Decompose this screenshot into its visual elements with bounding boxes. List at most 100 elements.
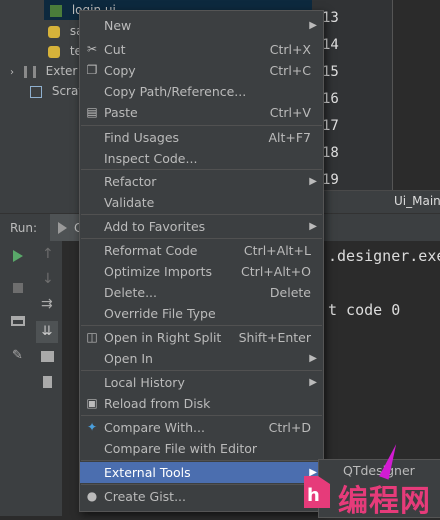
stop-icon[interactable] <box>13 283 23 293</box>
scratch-icon <box>30 85 42 98</box>
menu-item-add-to-favorites[interactable]: Add to Favorites ▶ <box>80 216 323 237</box>
svg-text:h: h <box>307 485 320 506</box>
menu-item-shortcut: Ctrl+Alt+O <box>241 264 311 279</box>
menu-item-open-in-right-split[interactable]: ◫ Open in Right Split Shift+Enter <box>80 327 323 348</box>
arrow-up-icon[interactable]: ↑ <box>42 246 54 262</box>
line-number: 14 <box>322 37 339 53</box>
ui-file-icon <box>50 4 62 17</box>
menu-item-label: Open In <box>104 351 153 366</box>
watermark-symbol-icon: h <box>304 476 330 508</box>
menu-item-external-tools[interactable]: External Tools ▶ <box>80 462 323 483</box>
run-icon[interactable] <box>13 250 23 262</box>
menu-item-shortcut: Ctrl+V <box>269 105 311 120</box>
copy-icon: ❐ <box>86 63 98 77</box>
submenu-arrow-icon: ▶ <box>309 221 317 232</box>
menu-item-label: Validate <box>104 195 155 210</box>
editor-tab-bar: Ui_Main <box>312 190 440 214</box>
menu-separator <box>81 238 322 239</box>
line-number: 19 <box>322 172 339 188</box>
arrow-down-icon[interactable]: ↓ <box>42 271 54 287</box>
menu-item-cut[interactable]: ✂ Cut Ctrl+X <box>80 39 323 60</box>
menu-item-copy[interactable]: ❐ Copy Ctrl+C <box>80 60 323 81</box>
soft-wrap-icon[interactable]: ⇉ <box>41 296 53 312</box>
pin-icon[interactable]: ✎ <box>12 348 23 363</box>
library-icon <box>23 65 36 78</box>
menu-item-label: New <box>104 18 132 33</box>
watermark-text: 编程网 <box>338 484 431 519</box>
menu-item-shortcut: Ctrl+X <box>269 42 311 57</box>
menu-separator <box>81 214 322 215</box>
print-icon[interactable] <box>41 351 54 362</box>
menu-item-label: Override File Type <box>104 306 216 321</box>
menu-item-new[interactable]: New ▶ <box>80 15 323 36</box>
layout-icon[interactable] <box>11 316 25 326</box>
menu-item-open-in[interactable]: Open In ▶ <box>80 348 323 369</box>
menu-item-label: Reformat Code <box>104 243 198 258</box>
menu-separator <box>81 484 322 485</box>
run-tab[interactable]: C <box>50 214 82 242</box>
editor-area[interactable] <box>392 0 440 190</box>
menu-item-local-history[interactable]: Local History ▶ <box>80 372 323 393</box>
run-toolbar-left: ✎ <box>0 241 34 516</box>
submenu-arrow-icon: ▶ <box>309 176 317 187</box>
context-menu: New ▶ ✂ Cut Ctrl+X ❐ Copy Ctrl+C Copy Path/Refer… <box>79 10 324 512</box>
menu-item-optimize-imports[interactable]: Optimize Imports Ctrl+Alt+O <box>80 261 323 282</box>
menu-item-delete[interactable]: Delete... Delete <box>80 282 323 303</box>
menu-item-label: Add to Favorites <box>104 219 206 234</box>
menu-item-shortcut: Shift+Enter <box>238 330 311 345</box>
menu-item-shortcut: Alt+F7 <box>268 130 311 145</box>
menu-item-shortcut: Ctrl+Alt+L <box>243 243 311 258</box>
line-number: 15 <box>322 64 339 80</box>
menu-item-refactor[interactable]: Refactor ▶ <box>80 171 323 192</box>
line-number: 18 <box>322 145 339 161</box>
run-toolbar-right: ↑ ↓ ⇉ ⇊ <box>34 241 63 516</box>
scroll-to-end-icon[interactable]: ⇊ <box>36 321 58 343</box>
compare-icon: ✦ <box>86 420 98 434</box>
menu-item-reload-from-disk[interactable]: ▣ Reload from Disk <box>80 393 323 414</box>
reload-icon: ▣ <box>86 396 98 410</box>
menu-item-label: Paste <box>104 105 138 120</box>
menu-separator <box>81 325 322 326</box>
menu-item-inspect-code[interactable]: Inspect Code... <box>80 148 323 169</box>
line-number: 13 <box>322 10 339 26</box>
menu-item-override-file-type[interactable]: Override File Type <box>80 303 323 324</box>
menu-item-shortcut: Ctrl+D <box>268 420 311 435</box>
menu-separator <box>81 125 322 126</box>
python-file-icon <box>48 45 60 58</box>
menu-item-validate[interactable]: Validate <box>80 192 323 213</box>
menu-item-label: Compare With... <box>104 420 205 435</box>
tree-item-external-libraries[interactable]: › Exter <box>10 61 77 81</box>
menu-item-create-gist[interactable]: ● Create Gist... <box>80 486 323 507</box>
tree-item-scratches[interactable]: Scrat <box>30 81 83 101</box>
menu-item-label: Create Gist... <box>104 489 187 504</box>
github-icon: ● <box>86 489 98 503</box>
menu-item-shortcut: Delete <box>269 285 311 300</box>
menu-item-label: Refactor <box>104 174 157 189</box>
menu-item-shortcut: Ctrl+C <box>269 63 311 78</box>
menu-item-label: Copy Path/Reference... <box>104 84 247 99</box>
scissors-icon: ✂ <box>86 42 98 56</box>
menu-item-copy-path-reference[interactable]: Copy Path/Reference... <box>80 81 323 102</box>
trash-icon[interactable] <box>43 376 52 388</box>
menu-item-paste[interactable]: ▤ Paste Ctrl+V <box>80 102 323 123</box>
menu-item-label: Cut <box>104 42 126 57</box>
menu-item-label: Find Usages <box>104 130 180 145</box>
menu-item-label: Optimize Imports <box>104 264 213 279</box>
chevron-right-icon: › <box>10 67 14 78</box>
menu-item-label: Inspect Code... <box>104 151 198 166</box>
menu-separator <box>81 460 322 461</box>
menu-item-compare-with[interactable]: ✦ Compare With... Ctrl+D <box>80 417 323 438</box>
menu-item-label: Reload from Disk <box>104 396 211 411</box>
play-tab-icon <box>58 222 67 234</box>
menu-item-compare-file-with-editor[interactable]: Compare File with Editor <box>80 438 323 459</box>
watermark-logo: h 编程网 <box>298 470 440 519</box>
submenu-arrow-icon: ▶ <box>309 20 317 31</box>
editor-tab[interactable]: Ui_Main <box>394 194 440 208</box>
split-icon: ◫ <box>86 330 98 344</box>
menu-item-find-usages[interactable]: Find Usages Alt+F7 <box>80 127 323 148</box>
menu-separator <box>81 415 322 416</box>
menu-separator <box>81 370 322 371</box>
line-number: 17 <box>322 118 339 134</box>
menu-item-label: External Tools <box>104 465 191 480</box>
menu-item-reformat-code[interactable]: Reformat Code Ctrl+Alt+L <box>80 240 323 261</box>
